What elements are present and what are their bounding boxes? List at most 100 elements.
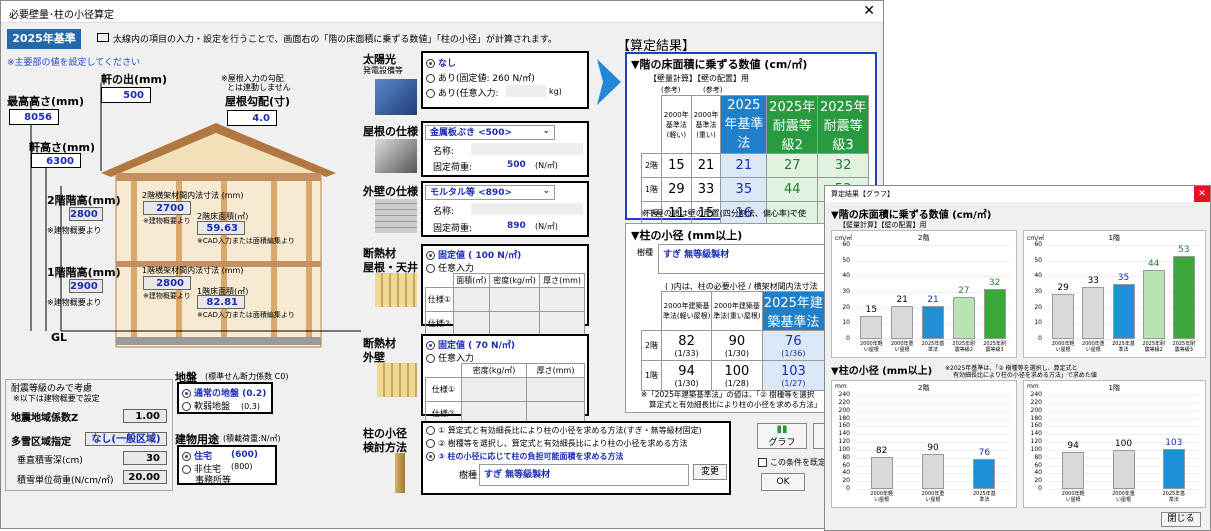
roof-load-value: 500 <box>507 160 526 170</box>
solar-none-radio[interactable]: なし <box>426 56 456 69</box>
y-tick-label: 80 <box>1034 453 1042 461</box>
bar-value-label: 21 <box>896 295 908 306</box>
result-floor-sub: 【壁量計算】【壁の配置】用 <box>649 74 749 83</box>
wall-combo[interactable]: モルタル等 <890> <box>425 184 555 200</box>
solar-sub: 発電設備等 <box>363 66 403 75</box>
gridline <box>1048 339 1199 340</box>
chart-title: 1階 <box>1108 234 1120 242</box>
wall-name-label: 名称: <box>433 207 455 217</box>
floor1-height-note: ※建物概要より <box>47 298 102 307</box>
roof-name-label: 名称: <box>433 147 455 157</box>
y-tick-label: 40 <box>1034 469 1042 477</box>
y-tick-label: 50 <box>842 256 850 264</box>
graph-close-icon[interactable]: ✕ <box>1194 186 1210 202</box>
wall-load-unit: (N/㎡) <box>535 222 558 231</box>
bar <box>922 306 944 339</box>
ins-wall-fixed-radio[interactable]: 固定値 ( 70 N/㎡) <box>426 338 515 351</box>
floor1-area-note: ※CAD入力または面積編集より <box>197 311 295 319</box>
close-icon[interactable]: ✕ <box>863 3 875 19</box>
column-foot2: 算定式と有効細長比により柱の小径を求める方法」 <box>649 400 822 409</box>
floor-result-note: ※下屋の値は壁の配置(四分割法、偏心率)で使 <box>641 209 806 218</box>
column-method3-radio[interactable]: ③ 柱の小径に応じて柱の負担可能面積を求める方法 <box>426 451 624 462</box>
max-height-input[interactable]: 8056 <box>9 109 59 125</box>
window-title: 必要壁量･柱の小径算定 <box>9 10 114 21</box>
usage-sub: (積載荷重:N/㎡) <box>223 434 281 443</box>
title-bar: 必要壁量･柱の小径算定 ✕ <box>1 1 883 23</box>
floor1-height-value: 2900 <box>69 279 103 293</box>
bar <box>870 456 893 489</box>
gridline <box>856 339 1010 340</box>
usage-house-radio[interactable]: 住宅 <box>182 449 212 462</box>
category-label: 2000年軽い屋根 <box>1051 341 1075 353</box>
y-tick-label: 0 <box>846 485 850 492</box>
category-label: 2025年耐震等級3 <box>1172 341 1196 353</box>
y-tick-label: 30 <box>1034 288 1042 295</box>
gridline <box>856 489 1010 490</box>
bar <box>1162 448 1185 489</box>
species-change-button[interactable]: 変更 <box>693 464 727 480</box>
bar-value-label: 90 <box>927 442 939 453</box>
zone-label: 地震地域係数Z <box>11 413 79 424</box>
y-tick-label: 60 <box>842 461 850 469</box>
floor2-col-note: ※建物概要より <box>143 217 191 225</box>
eave-label: 軒の出(mm) <box>101 73 167 86</box>
solar-fixed-radio[interactable]: あり(固定値: 260 N/㎡) <box>426 71 535 84</box>
ok-button[interactable]: OK <box>761 473 805 491</box>
max-height-label: 最高高さ(mm) <box>7 95 84 108</box>
standard-badge: 2025年基準 <box>7 29 81 49</box>
roof-load-label: 固定荷重: <box>433 163 473 173</box>
bar <box>1082 287 1105 339</box>
graph-close-button[interactable]: 閉じる <box>1161 512 1201 527</box>
column-method1-radio[interactable]: ① 算定式と有効細長比により柱の小径を求める方法(すぎ・無等級材固定) <box>426 425 702 436</box>
ins-roof-fixed-radio[interactable]: 固定値 ( 100 N/㎡) <box>426 248 521 261</box>
bar-value-label: 53 <box>1178 244 1190 255</box>
gridline <box>856 434 1010 436</box>
gridline <box>1048 418 1199 420</box>
unit-load-value: 20.00 <box>123 470 167 484</box>
default-checkbox[interactable]: この条件を既定 <box>758 457 826 468</box>
bar <box>860 315 883 339</box>
wall-load-label: 固定荷重: <box>433 224 473 234</box>
ground-soft-value: (0.3) <box>241 402 260 411</box>
graph-button[interactable]: ▮▮ グラフ <box>757 423 807 449</box>
floor2-col-value: 2700 <box>143 201 191 215</box>
bar <box>1112 284 1135 339</box>
roof-combo[interactable]: 金属板ぶき <500> <box>425 124 555 140</box>
roof-load-unit: (N/㎡) <box>535 161 558 170</box>
thick-border-legend-icon <box>97 33 109 42</box>
result-floor-title: ▼階の床面積に乗ずる数値 (cm/㎡) <box>631 58 808 71</box>
bar <box>1172 255 1195 339</box>
bar <box>922 453 944 489</box>
solar-custom-unit: kg) <box>549 87 562 96</box>
y-tick-label: 240 <box>838 391 850 398</box>
bar-value-label: 15 <box>865 304 878 315</box>
roof-pitch-input[interactable]: 4.0 <box>227 110 277 126</box>
y-tick-label: 20 <box>1034 477 1042 485</box>
bar-value-label: 44 <box>1147 259 1160 270</box>
y-tick-label: 120 <box>838 438 850 445</box>
chart-title: 2階 <box>918 384 930 392</box>
snow-label: 多雪区域指定 <box>11 437 71 448</box>
gridline <box>1048 434 1199 436</box>
graph-column-note2: 有効細長比により柱の小径を求める方法」で求めた値 <box>953 372 1097 379</box>
ground-soft-radio[interactable]: 軟弱地盤 <box>182 399 230 412</box>
y-tick-label: 160 <box>838 422 850 430</box>
bar-value-label: 27 <box>958 285 970 296</box>
eave-height-input[interactable]: 6300 <box>31 153 81 168</box>
ground-normal-radio[interactable]: 通常の地盤 (0.2) <box>182 386 266 399</box>
column-species-field: すぎ 無等級製材 <box>479 464 689 486</box>
solar-custom-input[interactable] <box>506 85 546 97</box>
ins-wall-table: 密度(kg/㎥) 厚さ(mm) 仕様① 仕様② <box>424 363 585 426</box>
column-species-label: 樹種 <box>459 471 478 481</box>
floor2-area-note: ※CAD入力または面積編集より <box>197 237 295 245</box>
result-species-field: すぎ 無等級製材 <box>658 244 826 274</box>
column-method2-radio[interactable]: ② 樹種等を選択し、算定式と有効細長比により柱の小径を求める方法 <box>426 438 688 449</box>
solar-custom-radio[interactable]: あり(任意入力: <box>426 86 499 99</box>
gridline <box>1048 426 1199 428</box>
gridline <box>1048 402 1199 404</box>
bar <box>973 459 996 489</box>
bar-value-label: 103 <box>1165 437 1183 448</box>
y-tick-label: 100 <box>838 445 850 453</box>
column-icon <box>395 453 405 493</box>
eave-input[interactable]: 500 <box>101 87 151 103</box>
